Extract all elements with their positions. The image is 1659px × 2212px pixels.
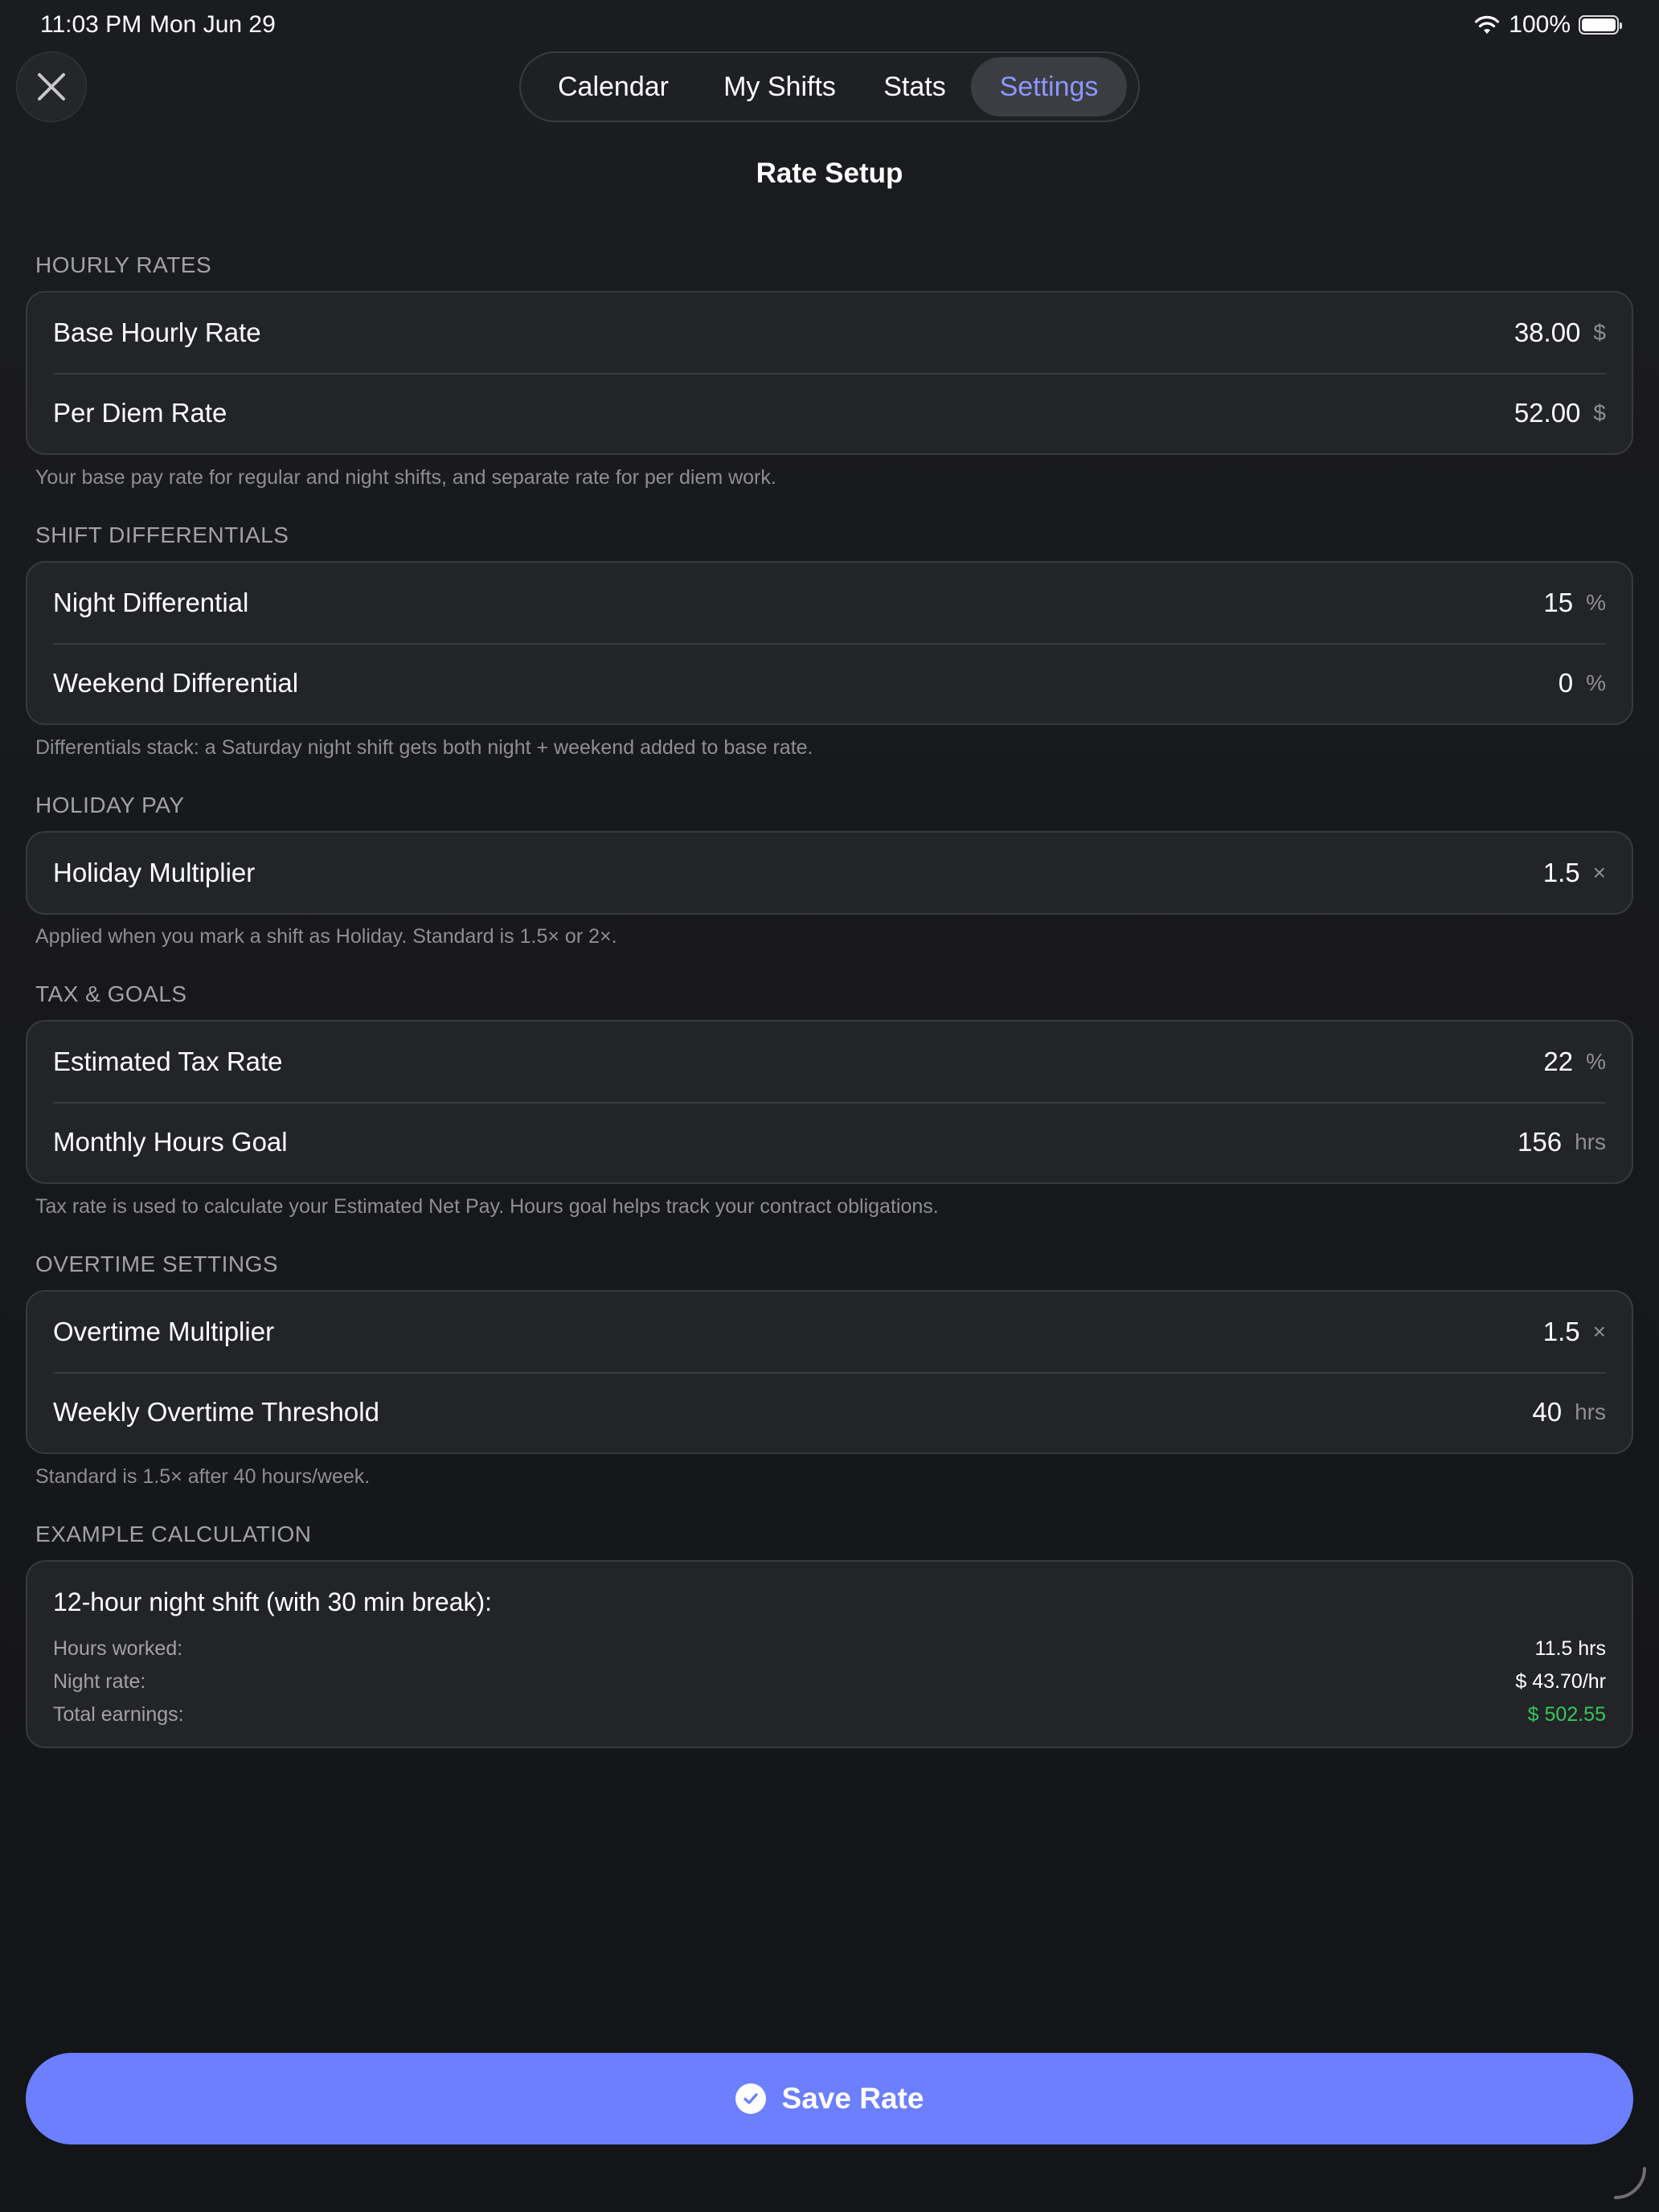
holiday-pay-footer: Applied when you mark a shift as Holiday… [35, 925, 617, 948]
tab-my-shifts[interactable]: My Shifts [701, 57, 858, 117]
section-header-shift-differentials: SHIFT DIFFERENTIALS [35, 522, 289, 547]
calc-label: Total earnings: [53, 1703, 184, 1726]
row-label: Estimated Tax Rate [53, 1047, 283, 1076]
row-label: Base Hourly Rate [53, 317, 261, 347]
percent-unit: % [1586, 590, 1606, 615]
holiday-pay-card: Holiday Multiplier 1.5 × [26, 831, 1633, 915]
row-label: Overtime Multiplier [53, 1317, 275, 1346]
status-time: 11:03 PM [40, 11, 142, 38]
main-tabs: Calendar My Shifts Stats Settings [519, 51, 1140, 122]
tab-settings[interactable]: Settings [971, 57, 1127, 117]
section-header-holiday-pay: HOLIDAY PAY [35, 793, 185, 817]
base-hourly-rate-row[interactable]: Base Hourly Rate 38.00 $ [27, 293, 1632, 373]
row-label: Per Diem Rate [53, 398, 227, 428]
save-rate-button[interactable]: Save Rate [26, 2053, 1633, 2144]
page-title: Rate Setup [756, 158, 903, 189]
calc-value: $ 43.70/hr [1515, 1670, 1606, 1693]
monthly-hours-goal-input[interactable]: 156 [1518, 1127, 1562, 1157]
night-differential-row[interactable]: Night Differential 15 % [27, 563, 1632, 643]
total-earnings-value: $ 502.55 [1527, 1703, 1606, 1726]
estimated-tax-rate-row[interactable]: Estimated Tax Rate 22 % [27, 1022, 1632, 1102]
section-header-tax-goals: TAX & GOALS [35, 981, 187, 1006]
section-header-example-calculation: EXAMPLE CALCULATION [35, 1522, 312, 1546]
calc-row-night-rate: Night rate: $ 43.70/hr [53, 1670, 1606, 1702]
base-hourly-rate-input[interactable]: 38.00 [1514, 317, 1581, 348]
hours-unit: hrs [1575, 1399, 1606, 1424]
section-header-hourly-rates: HOURLY RATES [35, 252, 212, 277]
overtime-settings-footer: Standard is 1.5× after 40 hours/week. [35, 1465, 371, 1488]
multiplier-unit: × [1592, 1319, 1606, 1344]
section-header-overtime-settings: OVERTIME SETTINGS [35, 1251, 279, 1276]
overtime-settings-card: Overtime Multiplier 1.5 × Weekly Overtim… [26, 1290, 1633, 1454]
per-diem-rate-input[interactable]: 52.00 [1514, 398, 1581, 428]
example-calculation-card: 12-hour night shift (with 30 min break):… [26, 1560, 1633, 1748]
calc-label: Hours worked: [53, 1637, 183, 1660]
shift-differentials-card: Night Differential 15 % Weekend Differen… [26, 561, 1633, 725]
weekend-differential-row[interactable]: Weekend Differential 0 % [27, 643, 1632, 723]
calc-value: 11.5 hrs [1534, 1637, 1606, 1660]
weekly-overtime-threshold-row[interactable]: Weekly Overtime Threshold 40 hrs [27, 1372, 1632, 1452]
row-label: Monthly Hours Goal [53, 1127, 288, 1157]
per-diem-rate-row[interactable]: Per Diem Rate 52.00 $ [27, 373, 1632, 453]
hourly-rates-footer: Your base pay rate for regular and night… [35, 466, 776, 489]
weekend-differential-input[interactable]: 0 [1559, 668, 1573, 698]
holiday-multiplier-row[interactable]: Holiday Multiplier 1.5 × [27, 833, 1632, 913]
night-differential-input[interactable]: 15 [1543, 588, 1573, 618]
weekly-overtime-threshold-input[interactable]: 40 [1532, 1397, 1562, 1428]
multiplier-unit: × [1592, 860, 1606, 885]
percent-unit: % [1586, 1049, 1606, 1074]
calc-row-hours-worked: Hours worked: 11.5 hrs [53, 1637, 1606, 1669]
example-title: 12-hour night shift (with 30 min break): [53, 1587, 493, 1616]
monthly-hours-goal-row[interactable]: Monthly Hours Goal 156 hrs [27, 1102, 1632, 1182]
close-icon [38, 73, 65, 100]
holiday-multiplier-input[interactable]: 1.5 [1543, 858, 1580, 888]
checkmark-icon [735, 2083, 766, 2114]
resize-grip-icon[interactable] [1609, 2162, 1649, 2202]
rate-setup-screen: 11:03 PM Mon Jun 29 100% Calendar My Shi… [0, 0, 1659, 2212]
row-label: Night Differential [53, 588, 249, 617]
hours-unit: hrs [1575, 1129, 1606, 1154]
dollar-unit: $ [1593, 400, 1606, 425]
save-rate-label: Save Rate [781, 2082, 924, 2115]
calc-label: Night rate: [53, 1670, 146, 1693]
tax-goals-card: Estimated Tax Rate 22 % Monthly Hours Go… [26, 1020, 1633, 1184]
row-label: Weekly Overtime Threshold [53, 1397, 379, 1427]
wifi-icon [1475, 15, 1500, 34]
tab-stats[interactable]: Stats [858, 57, 971, 117]
overtime-multiplier-input[interactable]: 1.5 [1543, 1317, 1580, 1347]
hourly-rates-card: Base Hourly Rate 38.00 $ Per Diem Rate 5… [26, 291, 1633, 455]
close-button[interactable] [16, 51, 87, 122]
percent-unit: % [1586, 670, 1606, 695]
shift-differentials-footer: Differentials stack: a Saturday night sh… [35, 736, 813, 759]
overtime-multiplier-row[interactable]: Overtime Multiplier 1.5 × [27, 1292, 1632, 1372]
status-date: Mon Jun 29 [150, 11, 276, 38]
calc-row-total-earnings: Total earnings: $ 502.55 [53, 1703, 1606, 1735]
status-indicators: 100% [1473, 11, 1622, 39]
battery-icon [1579, 15, 1622, 35]
row-label: Holiday Multiplier [53, 858, 256, 887]
estimated-tax-rate-input[interactable]: 22 [1543, 1047, 1573, 1077]
dollar-unit: $ [1593, 320, 1606, 345]
status-bar: 11:03 PM Mon Jun 29 100% [40, 11, 1622, 43]
row-label: Weekend Differential [53, 668, 299, 698]
tab-calendar[interactable]: Calendar [526, 57, 701, 117]
battery-percent: 100% [1509, 11, 1571, 38]
tax-goals-footer: Tax rate is used to calculate your Estim… [35, 1195, 939, 1218]
